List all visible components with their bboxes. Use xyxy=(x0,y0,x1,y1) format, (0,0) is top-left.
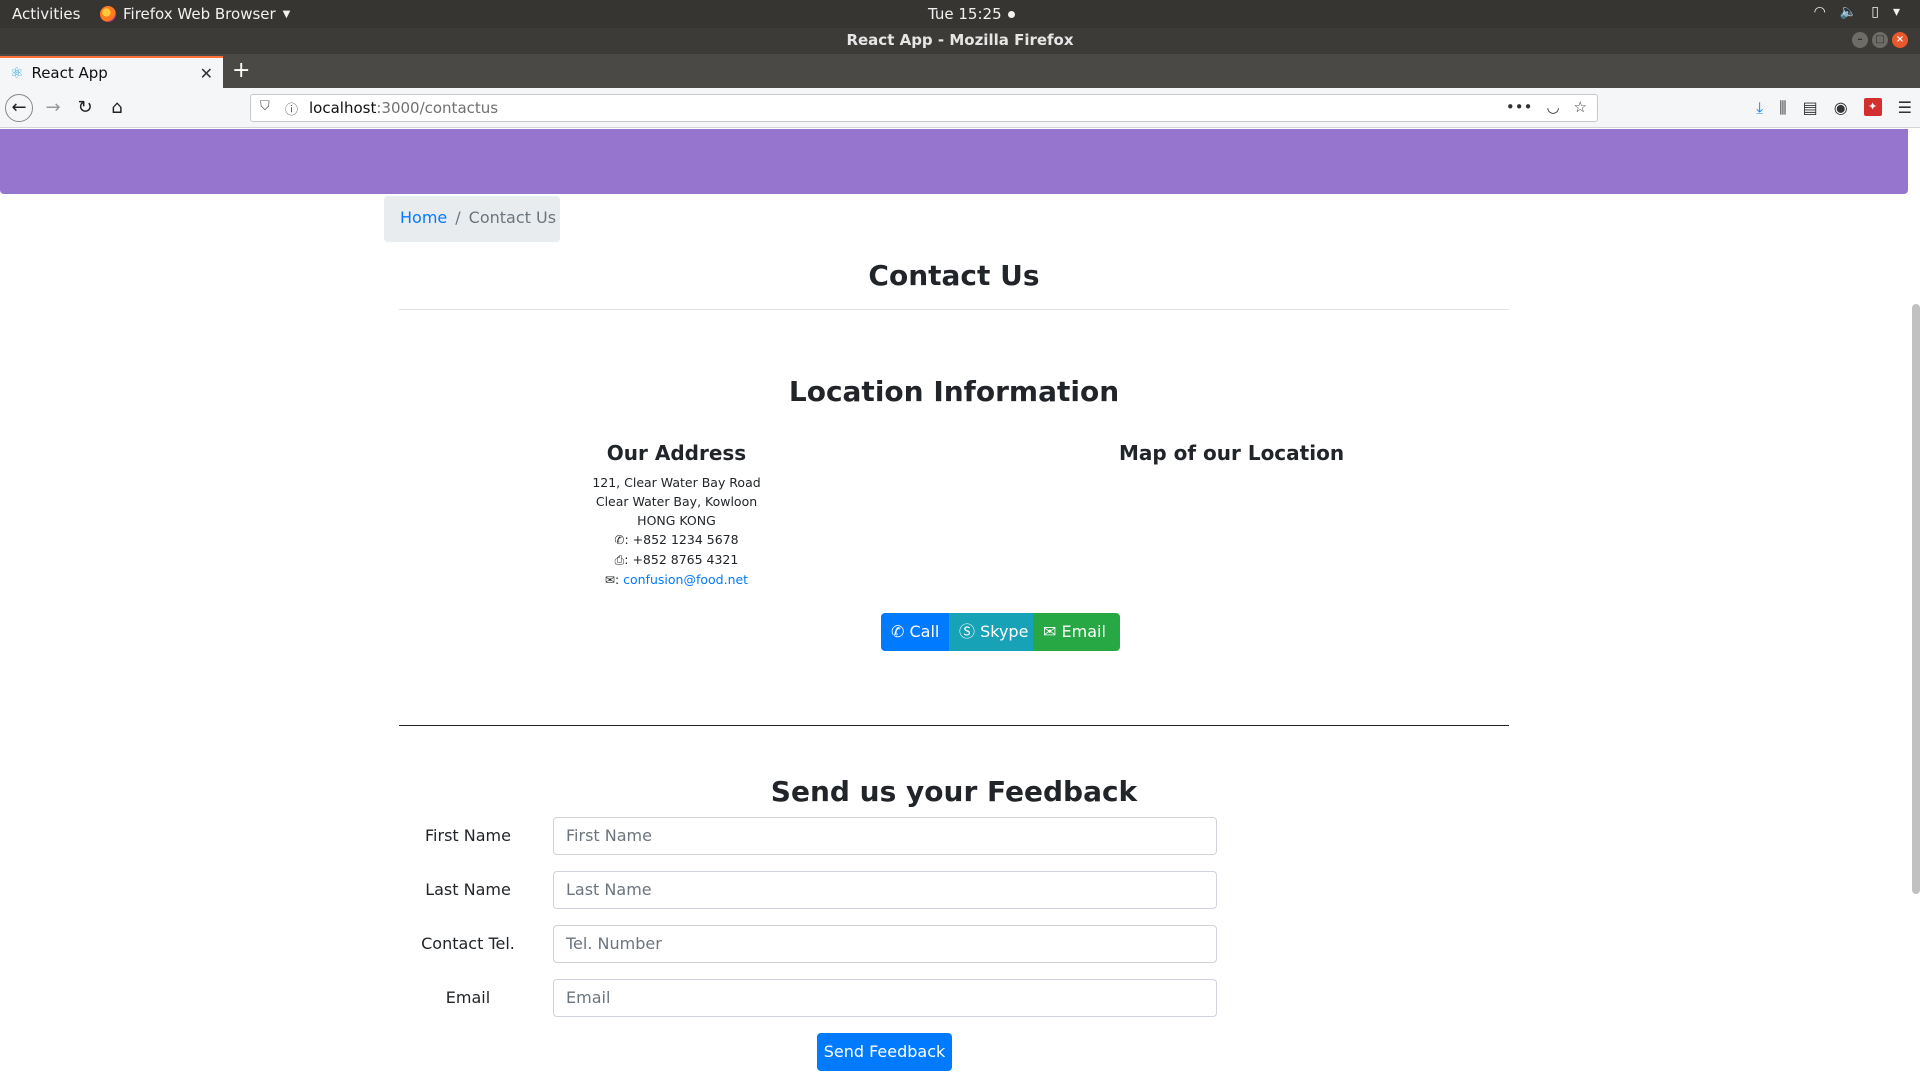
activities-button[interactable]: Activities xyxy=(12,5,80,23)
phone-number: +852 1234 5678 xyxy=(632,532,739,547)
call-button-label: Call xyxy=(909,622,940,641)
reload-button[interactable]: ↻ xyxy=(71,94,99,122)
close-icon[interactable]: × xyxy=(1892,32,1908,48)
extension-icon[interactable]: ✦ xyxy=(1863,98,1882,116)
phone-icon: ✆ xyxy=(614,533,625,547)
pocket-icon[interactable]: ◡ xyxy=(1546,98,1559,116)
firefox-icon xyxy=(100,6,116,22)
email-field[interactable]: Email xyxy=(553,979,1217,1017)
last-name-label: Last Name xyxy=(425,880,511,899)
screen: Activities Firefox Web Browser ▼ Tue 15:… xyxy=(0,0,1920,1080)
system-top-bar: Activities Firefox Web Browser ▼ Tue 15:… xyxy=(0,0,1920,28)
address-line: HONG KONG xyxy=(637,513,716,528)
home-button[interactable]: ⌂ xyxy=(103,94,131,122)
skype-button[interactable]: Ⓢ Skype xyxy=(949,613,1033,651)
last-name-field[interactable]: Last Name xyxy=(553,871,1217,909)
battery-icon: ▯ xyxy=(1871,4,1879,20)
page-title: Contact Us xyxy=(868,259,1040,292)
clock[interactable]: Tue 15:25 xyxy=(928,5,1015,23)
page-viewport: Home / Contact Us Contact Us Location Info… xyxy=(0,129,1920,1080)
envelope-icon: ✉ xyxy=(604,573,615,587)
close-tab-icon[interactable]: ✕ xyxy=(200,64,213,83)
email-button-label: Email xyxy=(1061,622,1106,641)
system-tray[interactable]: ◠ 🔈 ▯ ▾ xyxy=(1814,4,1900,20)
url-text: localhost:3000/contactus xyxy=(309,99,498,117)
downloads-icon[interactable]: ⤓ xyxy=(1756,98,1763,118)
fax-icon: ⎙ xyxy=(614,553,625,567)
phone-icon: ✆ xyxy=(891,622,905,641)
wifi-icon: ◠ xyxy=(1813,4,1826,20)
location-heading: Location Information xyxy=(788,375,1120,408)
breadcrumb-current: Contact Us xyxy=(468,208,557,227)
address-line: 121, Clear Water Bay Road xyxy=(592,475,761,490)
chevron-down-icon: ▼ xyxy=(282,8,291,20)
envelope-icon: ✉ xyxy=(1043,622,1057,641)
email-line: ✉: confusion@food.net xyxy=(604,572,749,587)
tab-strip: ⚛ React App ✕ + xyxy=(0,54,1920,88)
minimize-icon[interactable]: – xyxy=(1852,32,1868,48)
url-bar-actions: ••• ◡ ☆ xyxy=(1506,98,1587,116)
header-band xyxy=(0,129,1908,194)
breadcrumb-separator: / xyxy=(455,208,461,227)
app-menu[interactable]: Firefox Web Browser ▼ xyxy=(100,5,290,23)
url-host: localhost xyxy=(309,99,377,117)
forward-button[interactable]: → xyxy=(39,94,67,122)
fax-line: ⎙: +852 8765 4321 xyxy=(614,552,739,567)
site-info-icon[interactable]: ⓘ xyxy=(285,99,298,118)
feedback-heading: Send us your Feedback xyxy=(770,775,1138,808)
app-menu-label: Firefox Web Browser xyxy=(123,5,276,23)
email-button[interactable]: ✉ Email xyxy=(1033,613,1120,651)
email-link[interactable]: confusion@food.net xyxy=(623,572,748,587)
map-heading: Map of our Location xyxy=(1118,441,1345,465)
contact-tel-label: Contact Tel. xyxy=(421,934,515,953)
window-controls: – □ × xyxy=(1852,32,1908,48)
sidebar-icon[interactable]: ▤ xyxy=(1803,98,1818,118)
tab-react-app[interactable]: ⚛ React App ✕ xyxy=(0,56,223,88)
menu-icon[interactable]: ☰ xyxy=(1898,98,1912,118)
window-title: React App - Mozilla Firefox xyxy=(846,31,1074,49)
skype-button-label: Skype xyxy=(980,622,1029,641)
breadcrumb-home-link[interactable]: Home xyxy=(400,208,447,227)
navigation-toolbar: ← → ↻ ⌂ ⛉ ⓘ localhost:3000/contactus •••… xyxy=(0,88,1920,128)
breadcrumb: Home / Contact Us xyxy=(384,196,560,242)
first-name-label: First Name xyxy=(425,826,511,845)
url-path: :3000/contactus xyxy=(376,99,499,117)
chevron-down-icon: ▾ xyxy=(1892,4,1900,20)
address-line: Clear Water Bay, Kowloon xyxy=(595,494,758,509)
send-feedback-button[interactable]: Send Feedback xyxy=(817,1033,952,1071)
email-label: Email xyxy=(445,988,491,1007)
bookmark-star-icon[interactable]: ☆ xyxy=(1574,98,1587,116)
fax-number: +852 8765 4321 xyxy=(632,552,739,567)
back-button[interactable]: ← xyxy=(5,94,33,122)
address-heading: Our Address xyxy=(606,441,747,465)
first-name-field[interactable]: First Name xyxy=(553,817,1217,855)
divider xyxy=(399,309,1509,310)
maximize-icon[interactable]: □ xyxy=(1872,32,1888,48)
tracking-shield-icon[interactable]: ⛉ xyxy=(260,99,270,114)
page-actions-icon[interactable]: ••• xyxy=(1506,98,1533,116)
clock-label: Tue 15:25 xyxy=(928,5,1002,23)
contact-tel-field[interactable]: Tel. Number xyxy=(553,925,1217,963)
tab-title: React App xyxy=(31,64,108,82)
volume-icon: 🔈 xyxy=(1839,4,1858,20)
new-tab-button[interactable]: + xyxy=(232,58,250,83)
contact-button-group: ✆ Call Ⓢ Skype ✉ Email xyxy=(881,613,1120,651)
account-icon[interactable]: ◉ xyxy=(1834,98,1848,118)
address-block: 121, Clear Water Bay Road Clear Water Ba… xyxy=(399,473,954,590)
skype-icon: Ⓢ xyxy=(959,622,976,641)
call-button[interactable]: ✆ Call xyxy=(881,613,949,651)
toolbar-right: ⤓ ⫼ ▤ ◉ ✦ ☰ xyxy=(1756,98,1912,118)
react-icon: ⚛ xyxy=(10,64,24,82)
scrollbar[interactable] xyxy=(1912,304,1920,894)
divider xyxy=(399,725,1509,726)
url-bar[interactable]: ⛉ ⓘ localhost:3000/contactus ••• ◡ ☆ xyxy=(250,94,1598,122)
notification-dot-icon xyxy=(1007,10,1015,18)
library-icon[interactable]: ⫼ xyxy=(1779,98,1786,118)
phone-line: ✆: +852 1234 5678 xyxy=(614,532,739,547)
